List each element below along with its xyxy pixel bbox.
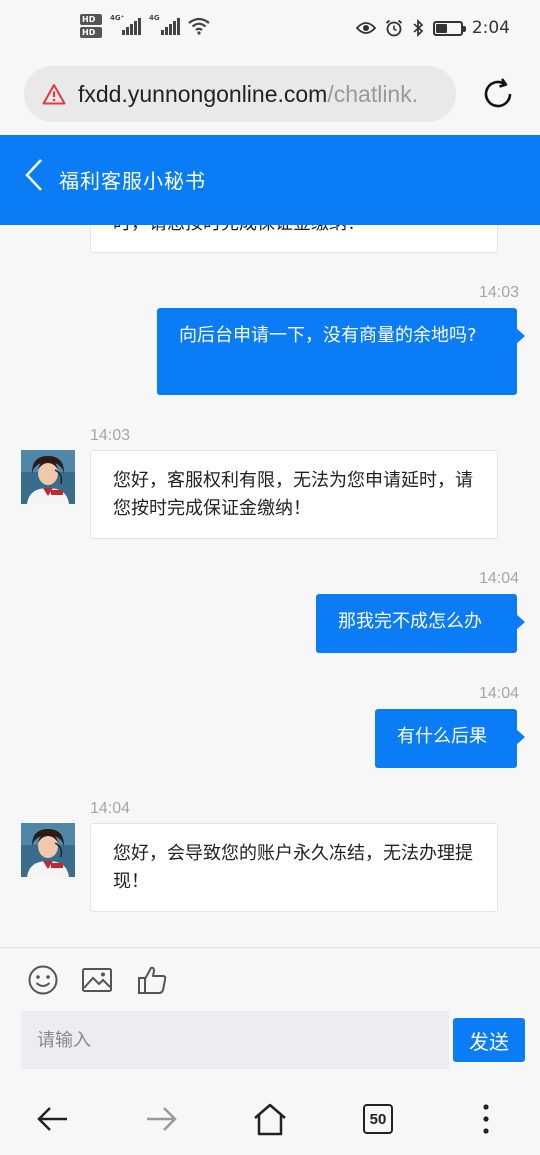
message-timestamp: 14:04 (90, 800, 131, 817)
menu-dots-icon[interactable] (468, 1101, 504, 1137)
bluetooth-icon (413, 19, 424, 37)
message-input[interactable] (21, 1011, 449, 1069)
message-timestamp: 14:04 (478, 570, 519, 587)
message-timestamp: 14:04 (478, 685, 519, 702)
cellular-signal-2-icon: 4G (149, 14, 180, 35)
browser-bottom-nav: 50 (0, 1083, 540, 1155)
chat-area[interactable]: 时，请您按时完成保证金缴纳！ 14:03 向后台申请一下，没有商量的余地吗? 1… (0, 225, 540, 947)
wifi-icon (188, 17, 210, 35)
status-bar: HD HD 4G⁺ 4G 2:04 (0, 0, 540, 62)
message-bubble-outgoing: 那我完不成怎么办 (316, 594, 525, 653)
message-text: 有什么后果 (397, 726, 487, 747)
battery-icon (432, 20, 466, 36)
message-bubble-incoming: 时，请您按时完成保证金缴纳！ (90, 225, 498, 253)
agent-avatar[interactable] (21, 823, 75, 877)
message-timestamp: 14:03 (90, 427, 131, 444)
message-bubble-incoming: 您好，会导致您的账户永久冻结，无法办理提现！ (90, 823, 498, 912)
message-text: 您好，会导致您的账户永久冻结，无法办理提现！ (113, 843, 473, 892)
forward-arrow-icon[interactable] (143, 1101, 179, 1137)
send-button[interactable]: 发送 (453, 1018, 525, 1062)
message-composer: 发送 (0, 947, 540, 1083)
message-text: 向后台申请一下，没有商量的余地吗? (179, 325, 477, 346)
agent-avatar[interactable] (21, 450, 75, 504)
message-bubble-outgoing: 向后台申请一下，没有商量的余地吗? (157, 308, 525, 395)
hd-voice-badge: HD (80, 14, 102, 25)
message-text: 您好，客服权利有限，无法为您申请延时，请您按时完成保证金缴纳！ (113, 470, 473, 519)
browser-address-area: fxdd.yunnongonline.com/chatlink. (0, 62, 540, 135)
emoji-icon[interactable] (27, 964, 59, 996)
message-text: 那我完不成怎么办 (338, 611, 482, 632)
hd-voice-badge-2: HD (80, 27, 102, 38)
back-chevron-icon[interactable] (22, 157, 46, 193)
image-icon[interactable] (81, 964, 113, 996)
back-arrow-icon[interactable] (35, 1101, 71, 1137)
eye-icon (355, 22, 376, 34)
chat-title: 福利客服小秘书 (59, 169, 206, 193)
message-timestamp: 14:03 (478, 284, 519, 301)
reload-icon[interactable] (480, 76, 516, 112)
cellular-signal-icon: 4G⁺ (110, 14, 141, 35)
alarm-icon (385, 19, 402, 37)
address-bar[interactable]: fxdd.yunnongonline.com/chatlink. (24, 66, 456, 122)
url-text: fxdd.yunnongonline.com/chatlink. (78, 80, 419, 107)
thumbs-up-icon[interactable] (136, 964, 168, 996)
message-bubble-incoming: 您好，客服权利有限，无法为您申请延时，请您按时完成保证金缴纳！ (90, 450, 498, 539)
warning-icon (42, 84, 66, 105)
message-bubble-outgoing: 有什么后果 (375, 709, 525, 768)
message-text: 时，请您按时完成保证金缴纳！ (113, 225, 365, 234)
chat-header: 福利客服小秘书 (0, 135, 540, 225)
home-icon[interactable] (252, 1101, 288, 1137)
clock: 2:04 (471, 18, 510, 38)
tabs-button[interactable]: 50 (363, 1104, 393, 1134)
